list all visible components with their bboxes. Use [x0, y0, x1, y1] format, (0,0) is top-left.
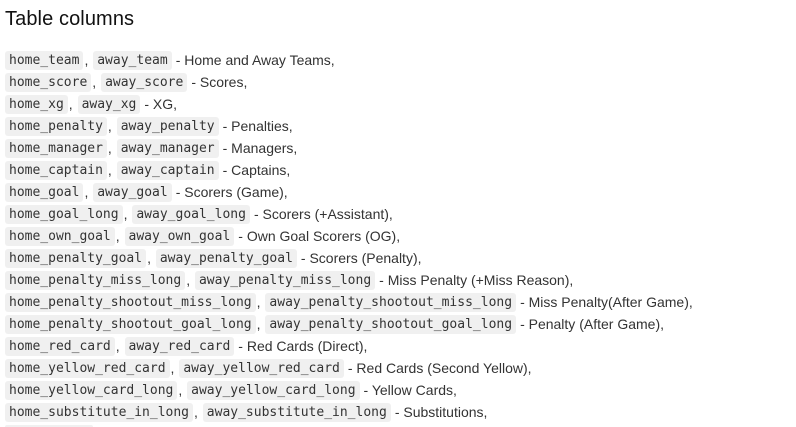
away-column-code: away_goal [93, 183, 172, 202]
separator: , [84, 52, 89, 68]
list-item: home_substitute_in_long, away_substitute… [5, 401, 793, 423]
list-item: home_goal_long, away_goal_long - Scorers … [5, 203, 793, 225]
column-description: - Scores, [191, 74, 248, 90]
separator: , [107, 162, 112, 178]
column-description: - Penalty (After Game), [520, 316, 664, 332]
separator: , [170, 360, 175, 376]
list-item: home_penalty, away_penalty - Penalties, [5, 115, 793, 137]
separator: , [194, 404, 198, 420]
separator: , [115, 338, 120, 354]
home-column-code: home_penalty_miss_long [5, 271, 186, 290]
column-description: - Substitutions, [394, 404, 488, 420]
home-column-code: home_yellow_card_long [5, 381, 178, 400]
away-column-code: away_xg [77, 95, 141, 114]
away-column-code: away_red_card [124, 337, 235, 356]
list-item: home_score, away_score - Scores, [5, 71, 793, 93]
separator: , [186, 272, 191, 288]
column-description: - Scorers (Game), [175, 184, 288, 200]
away-column-code: away_penalty_shootout_miss_long [265, 293, 517, 312]
list-item: home_penalty_goal, away_penalty_goal - Sc… [5, 247, 793, 269]
home-column-code: home_goal [5, 183, 84, 202]
section-heading: Table columns [5, 8, 135, 30]
home-column-code: home_penalty_shootout_goal_long [5, 315, 256, 334]
home-column-code: home_red_card [5, 337, 115, 356]
home-column-code: home_score [5, 73, 92, 92]
away-column-code: away_team [93, 51, 172, 70]
home-column-code: home_substitute_in_long [5, 403, 194, 422]
column-list: home_team, away_team - Home and Away Team… [5, 49, 793, 423]
column-description: - Captains, [222, 162, 291, 178]
list-item: home_xg, away_xg - XG, [5, 93, 793, 115]
home-column-code: home_captain [5, 161, 107, 180]
home-column-code: home_goal_long [5, 205, 123, 224]
column-description: - Red Cards (Second Yellow), [347, 360, 532, 376]
column-description: - Miss Penalty(After Game), [520, 294, 693, 310]
separator: , [68, 96, 73, 112]
separator: , [178, 382, 183, 398]
separator: , [123, 206, 128, 222]
home-column-code: home_penalty_shootout_miss_long [5, 293, 256, 312]
away-column-code: away_penalty_shootout_goal_long [265, 315, 517, 334]
column-description: - Own Goal Scorers (OG), [238, 228, 401, 244]
list-item: home_penalty_shootout_goal_long, away_pe… [5, 313, 793, 335]
list-item: home_manager, away_manager - Managers, [5, 137, 793, 159]
away-column-code: away_own_goal [124, 227, 235, 246]
column-description: - Scorers (+Assistant), [253, 206, 393, 222]
home-column-code: home_team [5, 51, 84, 70]
separator: , [92, 74, 97, 90]
away-column-code: away_score [101, 73, 188, 92]
list-item: home_yellow_card_long, away_yellow_card_… [5, 379, 793, 401]
column-description: - Managers, [222, 140, 298, 156]
away-column-code: away_substitute_in_long [202, 403, 391, 422]
column-description: - Scorers (Penalty), [300, 250, 422, 266]
separator: , [256, 316, 261, 332]
separator: , [84, 184, 89, 200]
column-description: - Miss Penalty (+Miss Reason), [379, 272, 574, 288]
column-description: - Penalties, [222, 118, 293, 134]
away-column-code: away_goal_long [132, 205, 250, 224]
away-column-code: away_penalty [116, 117, 219, 136]
home-column-code: home_xg [5, 95, 68, 114]
separator: , [115, 228, 120, 244]
column-description: - XG, [144, 96, 178, 112]
away-column-code: away_captain [116, 161, 219, 180]
separator: , [107, 140, 112, 156]
list-item: home_team, away_team - Home and Away Team… [5, 49, 793, 71]
home-column-code: home_manager [5, 139, 107, 158]
column-description: - Home and Away Teams, [175, 52, 335, 68]
away-column-code: away_yellow_red_card [179, 359, 344, 378]
column-description: - Red Cards (Direct), [238, 338, 368, 354]
separator: , [147, 250, 151, 266]
list-item: home_goal, away_goal - Scorers (Game), [5, 181, 793, 203]
away-column-code: away_penalty_goal [155, 249, 297, 268]
away-column-code: away_penalty_miss_long [194, 271, 376, 290]
separator: , [107, 118, 112, 134]
separator: , [256, 294, 261, 310]
away-column-code: away_yellow_card_long [187, 381, 360, 400]
list-item: home_penalty_shootout_miss_long, away_pe… [5, 291, 793, 313]
list-item: home_own_goal, away_own_goal - Own Goal S… [5, 225, 793, 247]
away-column-code: away_manager [116, 139, 219, 158]
list-item: home_red_card, away_red_card - Red Cards … [5, 335, 793, 357]
home-column-code: home_own_goal [5, 227, 115, 246]
home-column-code: home_penalty [5, 117, 107, 136]
list-item: home_captain, away_captain - Captains, [5, 159, 793, 181]
list-item: home_penalty_miss_long, away_penalty_mis… [5, 269, 793, 291]
home-column-code: home_yellow_red_card [5, 359, 170, 378]
list-item: home_yellow_red_card, away_yellow_red_ca… [5, 357, 793, 379]
home-column-code: home_penalty_goal [5, 249, 147, 268]
column-description: - Yellow Cards, [363, 382, 457, 398]
